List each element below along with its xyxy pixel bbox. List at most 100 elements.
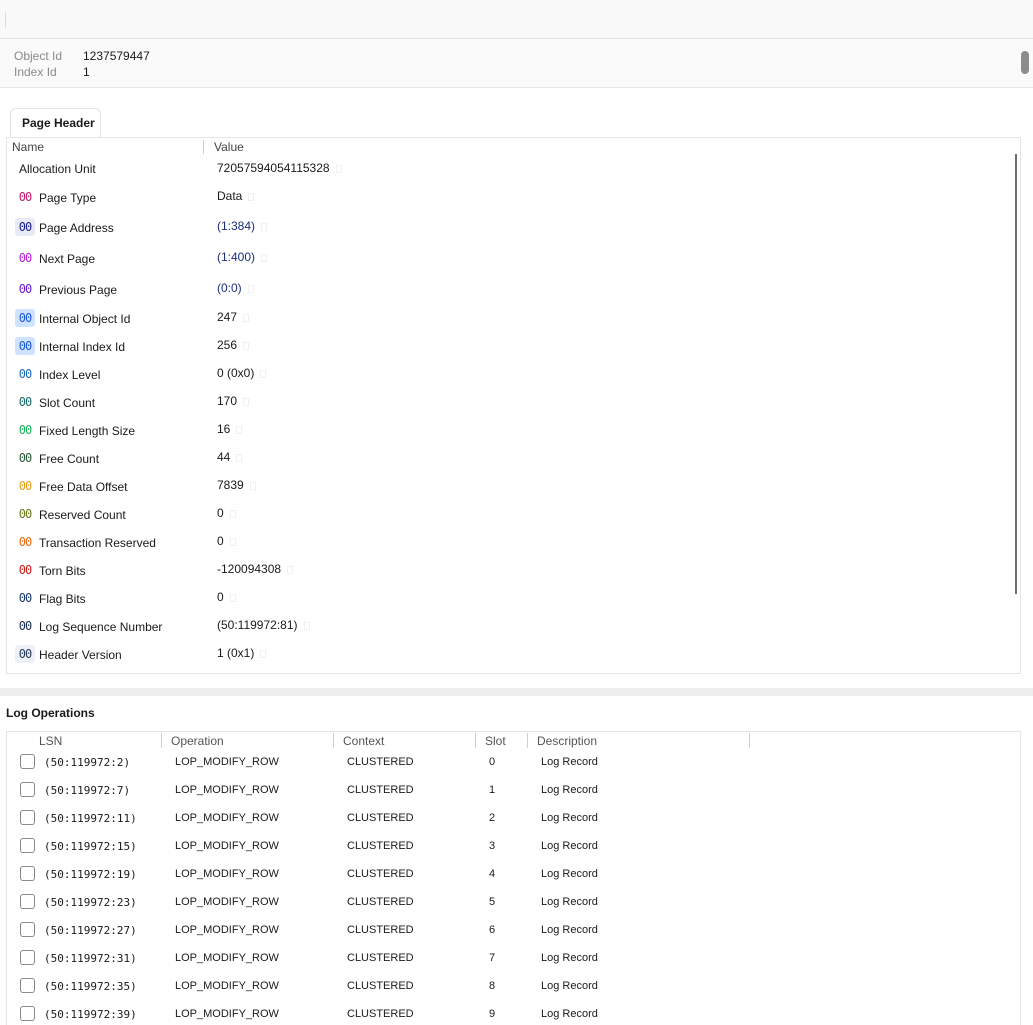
log-row[interactable]: (50:119972:27) LOP_MODIFY_ROW CLUSTERED 6 Lo…: [7, 922, 1007, 950]
column-resize-handle[interactable]: [527, 733, 528, 748]
column-resize-handle[interactable]: [161, 733, 162, 748]
object-id-row: Object Id 1237579447: [14, 48, 150, 64]
slot-cell: 9: [489, 1008, 496, 1020]
page-header-grid: Name Value Allocation Unit 7205759405411…: [6, 137, 1021, 674]
property-name: Internal Index Id: [39, 340, 126, 354]
log-row[interactable]: (50:119972:39) LOP_MODIFY_ROW CLUSTERED 9 Lo…: [7, 1006, 1007, 1025]
panel-splitter[interactable]: [0, 688, 1033, 696]
property-row[interactable]: 00 Internal Object Id 247: [7, 309, 1007, 331]
property-name: Page Type: [39, 191, 97, 205]
field-type-icon: 00: [15, 280, 35, 298]
row-checkbox[interactable]: [20, 782, 35, 797]
property-name: Free Count: [39, 452, 100, 466]
property-value-link[interactable]: (1:384): [217, 218, 268, 234]
description-cell: Log Record: [541, 1008, 598, 1020]
row-checkbox[interactable]: [20, 754, 35, 769]
slot-cell: 1: [489, 784, 496, 796]
log-row[interactable]: (50:119972:31) LOP_MODIFY_ROW CLUSTERED 7 Lo…: [7, 950, 1007, 978]
property-name: Flag Bits: [39, 592, 86, 606]
log-row[interactable]: (50:119972:35) LOP_MODIFY_ROW CLUSTERED 8 Lo…: [7, 978, 1007, 1006]
property-row[interactable]: 00 Free Count 44: [7, 449, 1007, 471]
column-header-value[interactable]: Value: [214, 138, 244, 156]
property-row[interactable]: 00 Page Address (1:384): [7, 218, 1007, 240]
property-name: Previous Page: [39, 283, 118, 297]
property-row[interactable]: 00 Free Data Offset 7839: [7, 477, 1007, 499]
lsn-cell: (50:119972:11): [44, 812, 137, 825]
column-header-lsn[interactable]: LSN: [39, 732, 62, 750]
property-row[interactable]: 00 Previous Page (0:0): [7, 280, 1007, 302]
property-row[interactable]: 00 Index Level 0 (0x0): [7, 365, 1007, 387]
row-checkbox[interactable]: [20, 866, 35, 881]
property-value: 1 (0x1): [217, 645, 267, 661]
description-cell: Log Record: [541, 812, 598, 824]
property-row[interactable]: 00 Slot Count 170: [7, 393, 1007, 415]
slot-cell: 2: [489, 812, 496, 824]
property-value-link[interactable]: (0:0): [217, 280, 254, 296]
property-name: Next Page: [39, 252, 96, 266]
property-row[interactable]: 00 Internal Index Id 256: [7, 337, 1007, 359]
context-cell: CLUSTERED: [347, 896, 414, 908]
property-value-link[interactable]: (1:400): [217, 249, 268, 265]
property-row[interactable]: 00 Transaction Reserved 0: [7, 533, 1007, 555]
property-row[interactable]: 00 Next Page (1:400): [7, 249, 1007, 271]
log-row[interactable]: (50:119972:2) LOP_MODIFY_ROW CLUSTERED 0 Log…: [7, 754, 1007, 782]
property-value: 0: [217, 589, 236, 605]
row-checkbox[interactable]: [20, 950, 35, 965]
description-cell: Log Record: [541, 924, 598, 936]
property-row[interactable]: 00 Flag Bits 0: [7, 589, 1007, 611]
property-row[interactable]: 00 Reserved Count 0: [7, 505, 1007, 527]
slot-cell: 8: [489, 980, 496, 992]
lsn-cell: (50:119972:35): [44, 980, 137, 993]
row-checkbox[interactable]: [20, 922, 35, 937]
property-row[interactable]: 00 Page Type Data: [7, 188, 1007, 210]
tab-page-header[interactable]: Page Header: [10, 108, 101, 138]
lsn-cell: (50:119972:15): [44, 840, 137, 853]
row-checkbox[interactable]: [20, 838, 35, 853]
column-header-slot[interactable]: Slot: [485, 732, 506, 750]
column-header-operation[interactable]: Operation: [171, 732, 224, 750]
property-scrollbar[interactable]: [1015, 154, 1017, 594]
log-row[interactable]: (50:119972:7) LOP_MODIFY_ROW CLUSTERED 1 Log…: [7, 782, 1007, 810]
context-cell: CLUSTERED: [347, 840, 414, 852]
column-resize-handle[interactable]: [333, 733, 334, 748]
property-row[interactable]: 00 Torn Bits -120094308: [7, 561, 1007, 583]
property-row[interactable]: 00 Fixed Length Size 16: [7, 421, 1007, 443]
property-value: 72057594054115328: [217, 160, 342, 176]
row-checkbox[interactable]: [20, 894, 35, 909]
property-value: 0: [217, 533, 236, 549]
log-row[interactable]: (50:119972:19) LOP_MODIFY_ROW CLUSTERED 4 Lo…: [7, 866, 1007, 894]
field-type-icon: 00: [15, 218, 35, 236]
log-row[interactable]: (50:119972:15) LOP_MODIFY_ROW CLUSTERED 3 Lo…: [7, 838, 1007, 866]
property-name: Torn Bits: [39, 564, 86, 578]
row-checkbox[interactable]: [20, 1006, 35, 1021]
property-name: Page Address: [39, 221, 114, 235]
context-cell: CLUSTERED: [347, 924, 414, 936]
description-cell: Log Record: [541, 980, 598, 992]
slot-cell: 4: [489, 868, 496, 880]
row-checkbox[interactable]: [20, 810, 35, 825]
property-name: Slot Count: [39, 396, 96, 410]
column-resize-handle[interactable]: [475, 733, 476, 748]
operation-cell: LOP_MODIFY_ROW: [175, 980, 279, 992]
column-header-context[interactable]: Context: [343, 732, 384, 750]
column-header-description[interactable]: Description: [537, 732, 597, 750]
column-resize-handle[interactable]: [203, 140, 204, 154]
property-row[interactable]: 00 Log Sequence Number (50:119972:81): [7, 617, 1007, 639]
column-resize-handle[interactable]: [749, 733, 750, 748]
context-cell: CLUSTERED: [347, 812, 414, 824]
log-row[interactable]: (50:119972:23) LOP_MODIFY_ROW CLUSTERED 5 Lo…: [7, 894, 1007, 922]
property-row[interactable]: 00 Header Version 1 (0x1): [7, 645, 1007, 667]
page-scrollbar-thumb[interactable]: [1021, 51, 1029, 74]
field-type-icon: 00: [15, 561, 35, 579]
row-checkbox[interactable]: [20, 978, 35, 993]
column-header-name[interactable]: Name: [12, 138, 44, 156]
property-name: Header Version: [39, 648, 122, 662]
log-row[interactable]: (50:119972:11) LOP_MODIFY_ROW CLUSTERED 2 Lo…: [7, 810, 1007, 838]
page-header-columns: Name Value: [7, 138, 1020, 156]
description-cell: Log Record: [541, 896, 598, 908]
context-cell: CLUSTERED: [347, 980, 414, 992]
operation-cell: LOP_MODIFY_ROW: [175, 896, 279, 908]
description-cell: Log Record: [541, 868, 598, 880]
field-type-icon: 00: [15, 337, 35, 355]
property-row-allocation-unit[interactable]: Allocation Unit 72057594054115328: [7, 160, 1007, 182]
